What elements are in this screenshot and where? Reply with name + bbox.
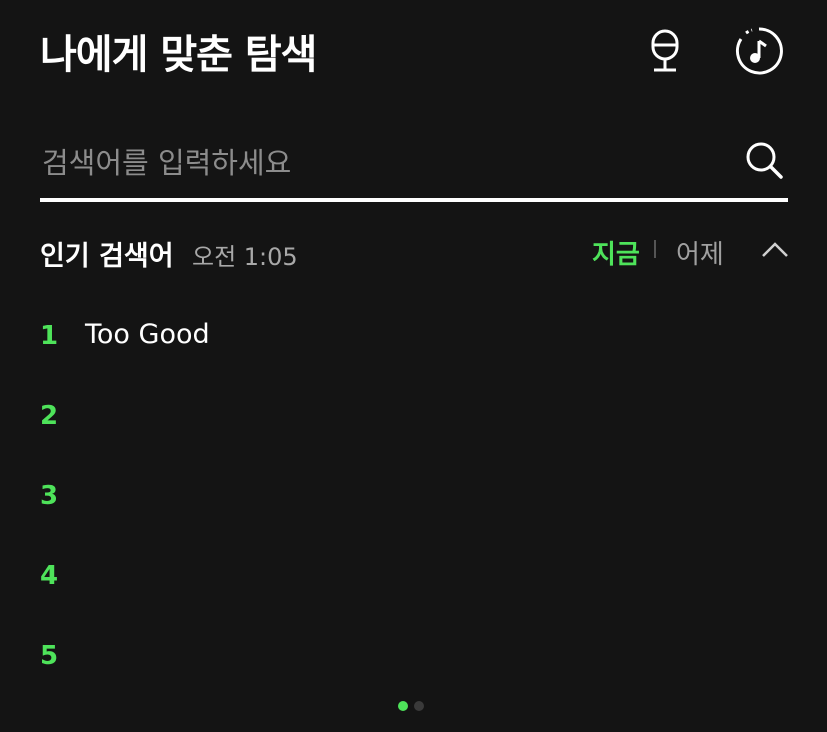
rank-number: 1 <box>40 321 59 351</box>
chevron-up-icon <box>762 242 788 257</box>
search-bar <box>40 130 788 202</box>
voice-search-button[interactable] <box>640 26 690 76</box>
search-term: Too Good <box>85 319 210 350</box>
page-dot[interactable] <box>414 701 424 711</box>
page-title: 나에게 맞춘 탐색 <box>40 32 317 78</box>
popular-searches-time: 오전 1:05 <box>192 243 298 271</box>
collapse-button[interactable] <box>758 232 792 266</box>
search-icon <box>746 142 783 179</box>
microphone-icon <box>651 29 679 72</box>
tab-yesterday[interactable]: 어제 <box>676 234 724 271</box>
rank-number: 2 <box>40 401 59 431</box>
list-item[interactable]: 1 Too Good <box>40 305 788 385</box>
rank-number: 4 <box>40 561 59 591</box>
music-recognition-icon <box>735 27 783 75</box>
tab-now[interactable]: 지금 <box>592 234 640 271</box>
page-dot-active[interactable] <box>398 701 408 711</box>
list-item[interactable]: 5 <box>40 625 788 705</box>
rank-number: 3 <box>40 481 59 511</box>
music-recognition-button[interactable] <box>732 24 786 78</box>
tab-divider <box>654 240 656 258</box>
list-item[interactable]: 2 <box>40 385 788 465</box>
page-indicator <box>398 701 424 711</box>
rank-number: 5 <box>40 641 59 671</box>
header: 나에게 맞춘 탐색 <box>40 18 787 78</box>
popular-searches-header: 인기 검색어 오전 1:05 지금 어제 <box>40 230 788 274</box>
list-item[interactable]: 3 <box>40 465 788 545</box>
popular-searches-title: 인기 검색어 <box>40 241 174 272</box>
search-button[interactable] <box>742 138 786 182</box>
search-input[interactable] <box>40 138 724 188</box>
list-item[interactable]: 4 <box>40 545 788 625</box>
popular-searches-list: 1 Too Good 2 3 4 5 <box>40 305 788 705</box>
